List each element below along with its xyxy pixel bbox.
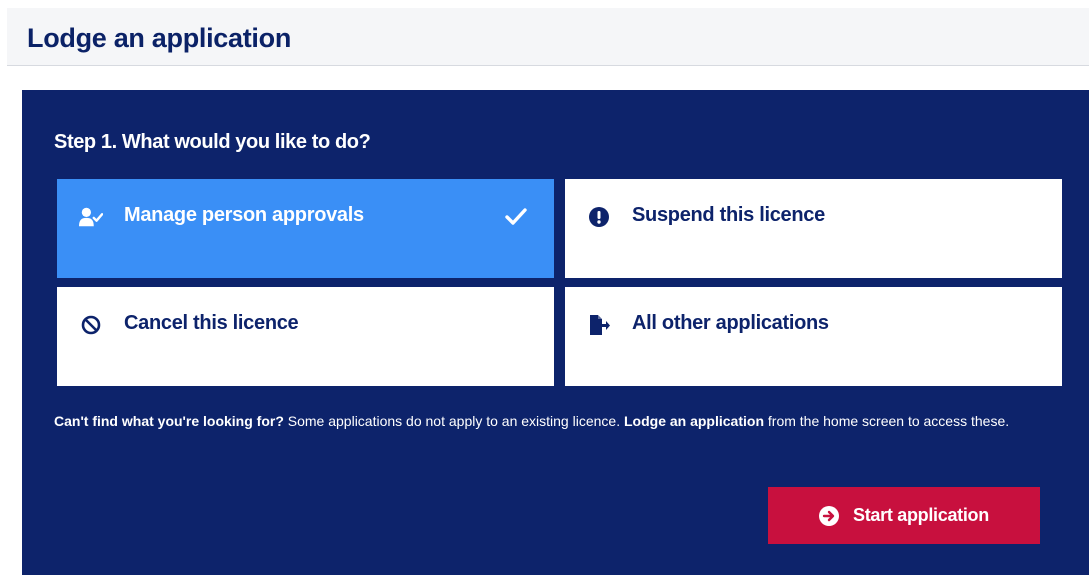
option-label: Manage person approvals	[124, 204, 364, 226]
help-text-2: from the home screen to access these.	[764, 413, 1010, 429]
option-label: Suspend this licence	[632, 204, 825, 226]
check-icon	[504, 205, 528, 229]
help-text: Can't find what you're looking for? Some…	[54, 410, 1064, 432]
help-lead: Can't find what you're looking for?	[54, 413, 284, 429]
page: Lodge an application Step 1. What would …	[0, 0, 1089, 575]
user-check-icon	[79, 205, 103, 229]
option-suspend-licence[interactable]: Suspend this licence	[565, 179, 1062, 278]
start-application-button[interactable]: Start application	[768, 487, 1040, 544]
help-link: Lodge an application	[623, 413, 764, 429]
option-manage-person-approvals[interactable]: Manage person approvals	[57, 179, 554, 278]
step-title: Step 1. What would you like to do?	[54, 131, 371, 153]
arrow-circle-right-icon	[819, 505, 840, 526]
help-text-1: Some applications do not apply to an exi…	[283, 413, 624, 429]
ban-icon	[79, 313, 103, 337]
option-cancel-licence[interactable]: Cancel this licence	[57, 287, 554, 386]
option-label: Cancel this licence	[124, 312, 299, 334]
option-all-other-applications[interactable]: All other applications	[565, 287, 1062, 386]
exclamation-circle-icon	[587, 205, 611, 229]
application-panel: Step 1. What would you like to do? Manag…	[22, 90, 1089, 575]
start-application-label: Start application	[853, 505, 989, 525]
page-title: Lodge an application	[27, 23, 292, 53]
option-label: All other applications	[632, 312, 829, 334]
page-header: Lodge an application	[7, 8, 1089, 66]
file-export-icon	[587, 313, 611, 337]
